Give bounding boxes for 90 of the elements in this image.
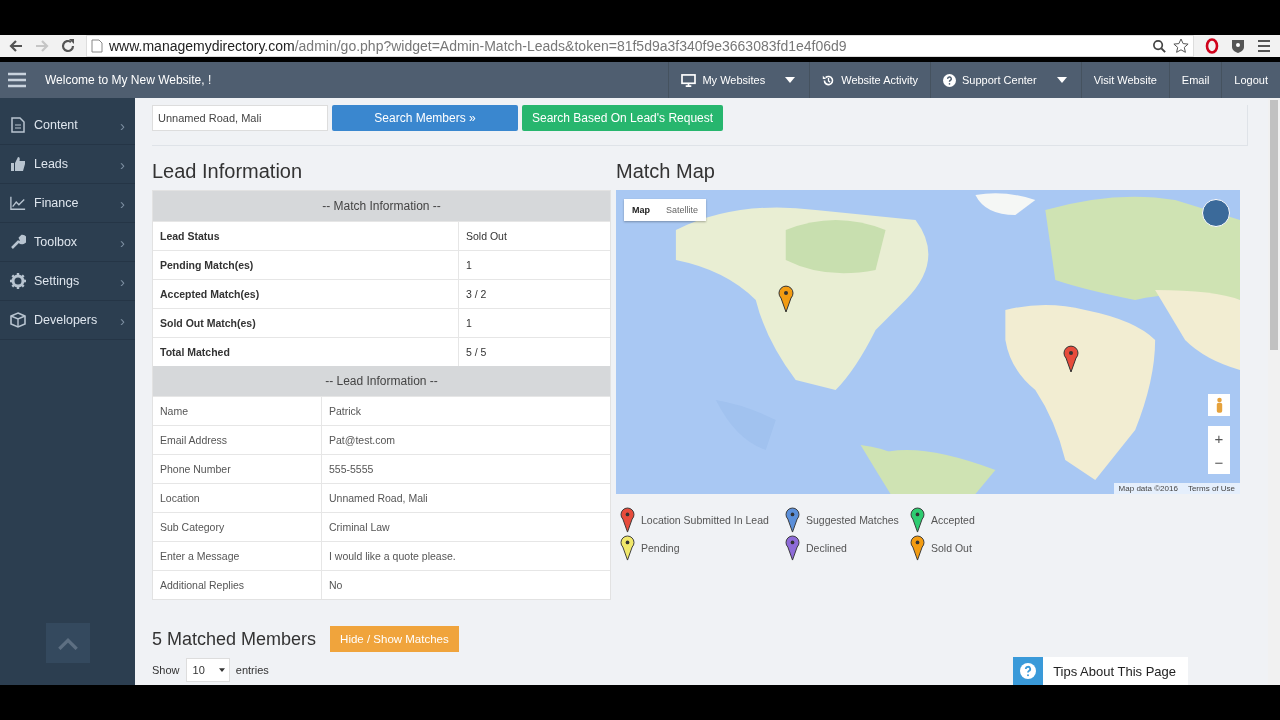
address-bar[interactable]: www.managemydirectory.com/admin/go.php?widget=Admin-Match-Leads&token=81f5d9a3f340f9e3663083fd1e4f06d9: [86, 35, 1194, 57]
table-cell: Sold Out Match(es): [153, 309, 459, 337]
sidebar-item[interactable]: Finance ›: [0, 184, 135, 223]
table-cell-text: Unnamed Road, Mali: [328, 491, 429, 506]
legend-label: Declined: [806, 541, 847, 554]
sidebar-item[interactable]: Settings ›: [0, 262, 135, 301]
cube-icon: [10, 312, 26, 328]
nav-link[interactable]: Website Activity: [809, 62, 931, 98]
table-cell-text: Criminal Law: [328, 520, 391, 535]
history-icon: [822, 73, 836, 87]
shield-icon[interactable]: [1230, 38, 1246, 54]
table-cell: Additional Replies: [153, 571, 322, 599]
table-cell: Lead Status: [153, 222, 459, 250]
star-icon[interactable]: [1173, 38, 1189, 54]
legend-label: Pending: [641, 541, 680, 554]
url-text: www.managemydirectory.com/admin/go.php?widget=Admin-Match-Leads&token=81f5d9a3f340f9e3663083fd1e4f06d9: [109, 38, 847, 54]
show-label: Show: [152, 664, 180, 676]
table-cell: Accepted Match(es): [153, 280, 459, 308]
help-icon: [943, 73, 957, 87]
sidebar-item[interactable]: Content ›: [0, 106, 135, 145]
sidebar-item[interactable]: Developers ›: [0, 301, 135, 340]
table-cell-text: 1: [465, 316, 473, 331]
map-pin-icon[interactable]: [778, 285, 794, 313]
page-icon: [91, 39, 103, 53]
legend-label: Accepted: [931, 513, 975, 526]
nav-link[interactable]: Visit Website: [1080, 62, 1169, 98]
legend-label: Location Submitted In Lead: [641, 513, 769, 526]
legend-label: Suggested Matches: [806, 513, 899, 526]
line-chart-icon: [10, 195, 26, 211]
chevron-icon: ›: [120, 311, 125, 329]
table-cell: Email Address: [153, 426, 322, 454]
terms-link[interactable]: Terms of Use: [1187, 484, 1235, 493]
search-button[interactable]: Search Members »: [332, 105, 518, 131]
table-section-header: -- Match Information --: [153, 191, 610, 221]
table-cell: Name: [153, 397, 322, 425]
section-title: Match Map: [616, 160, 716, 182]
document-icon: [10, 117, 26, 133]
map-type-tab[interactable]: Satellite: [658, 199, 707, 221]
table-cell-text: Sold Out: [465, 229, 508, 244]
table-cell-text: I would like a quote please.: [328, 549, 457, 564]
table-cell-text: 555-5555: [328, 462, 375, 477]
table-section-header: -- Lead Information --: [153, 366, 610, 396]
monitor-icon: [681, 73, 697, 87]
table-cell-text: 3 / 2: [465, 287, 488, 302]
table-cell: Location: [153, 484, 322, 512]
o-icon[interactable]: [1204, 38, 1220, 54]
table-cell: Phone Number: [153, 455, 322, 483]
nav-link[interactable]: Support Center: [930, 62, 1049, 98]
legend-label: Sold Out: [931, 541, 972, 554]
table-cell-text: Patrick: [328, 404, 363, 419]
menu-icon[interactable]: [1256, 38, 1272, 54]
help-icon: [1013, 657, 1044, 685]
chevron-icon: ›: [120, 155, 125, 173]
chevron-icon: ›: [120, 116, 125, 134]
section-title: Lead Information: [152, 160, 304, 182]
table-cell-text: 5 / 5: [465, 345, 488, 360]
table-cell: Sub Category: [153, 513, 322, 541]
table-cell-text: 1: [465, 258, 473, 273]
map-attribution: Map data ©2016: [1118, 484, 1178, 493]
caret-icon[interactable]: [1056, 77, 1067, 83]
entries-label: entries: [235, 664, 269, 676]
scrollbar[interactable]: [1268, 98, 1280, 685]
chevron-icon: ›: [120, 194, 125, 212]
map-type-tab[interactable]: Map: [624, 199, 658, 221]
search-icon[interactable]: [1152, 38, 1167, 54]
thumbs-up-icon: [10, 156, 26, 172]
tips-button[interactable]: Tips About This Page: [1013, 657, 1188, 685]
location-field[interactable]: Unnamed Road, Mali: [152, 105, 328, 131]
map-pin-icon[interactable]: [1063, 345, 1079, 373]
table-cell: Enter a Message: [153, 542, 322, 570]
table-cell-text: Pat@test.com: [328, 433, 397, 448]
table-cell-text: No: [328, 578, 344, 593]
reload-icon[interactable]: [60, 38, 76, 54]
caret-icon[interactable]: [785, 77, 796, 83]
page-size-select[interactable]: 10: [185, 658, 230, 682]
table-cell: Pending Match(es): [153, 251, 459, 279]
gear-icon: [10, 273, 26, 289]
sidebar-item[interactable]: Toolbox ›: [0, 223, 135, 262]
nav-link[interactable]: My Websites: [668, 62, 778, 98]
chevron-up-icon: [56, 636, 79, 650]
sidebar-item[interactable]: Leads ›: [0, 145, 135, 184]
chevron-icon: ›: [120, 233, 125, 251]
chevron-icon: ›: [120, 272, 125, 290]
nav-link[interactable]: Email: [1168, 62, 1222, 98]
back-icon[interactable]: [8, 38, 24, 54]
wrench-icon: [10, 234, 26, 250]
section-title: 5 Matched Members: [152, 628, 317, 650]
welcome-text: Welcome to My New Website, !: [45, 73, 212, 87]
caret-icon: [218, 668, 225, 672]
person-icon: [1214, 396, 1224, 414]
